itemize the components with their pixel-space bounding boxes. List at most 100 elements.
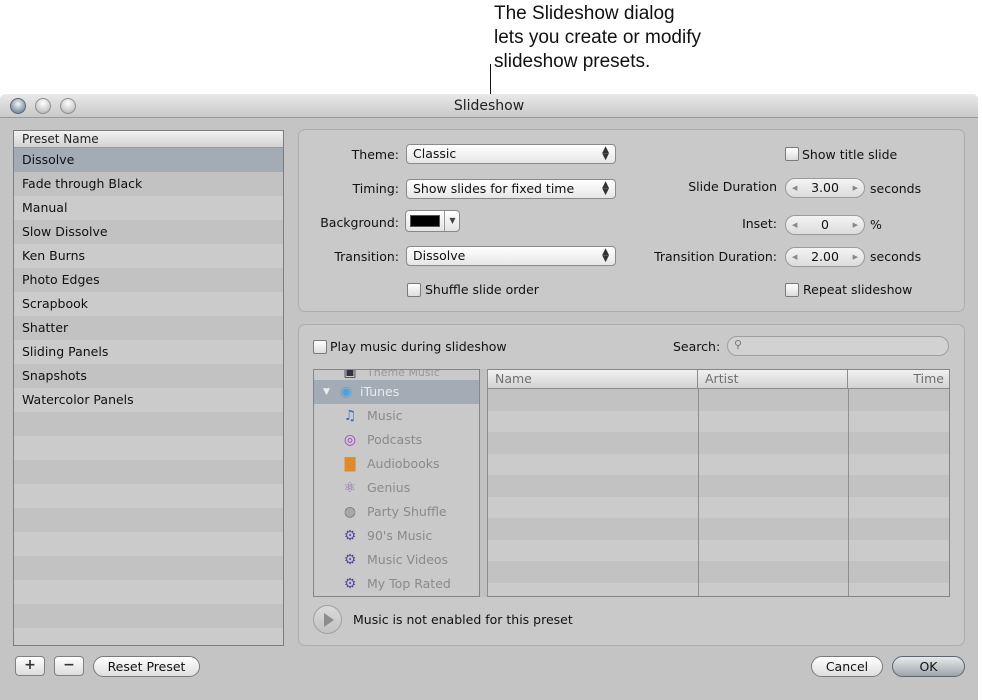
repeat-slideshow-checkbox[interactable] xyxy=(785,283,799,297)
cancel-button[interactable]: Cancel xyxy=(811,656,883,677)
timing-value: Show slides for fixed time xyxy=(413,181,575,196)
play-music-checkbox[interactable] xyxy=(313,340,327,354)
preset-item[interactable]: Manual xyxy=(14,196,283,220)
source-item[interactable]: ▇ Audiobooks xyxy=(314,452,479,476)
track-table-header: Name Artist Time xyxy=(488,370,949,389)
background-color-swatch[interactable] xyxy=(410,215,440,227)
source-item[interactable]: ▼ ◉ iTunes xyxy=(314,380,479,404)
preset-name-column-header[interactable]: Preset Name xyxy=(14,131,283,148)
slide-duration-unit: seconds xyxy=(870,181,922,196)
source-item[interactable]: ⚛ Genius xyxy=(314,476,479,500)
smart-playlist-icon: ⚙ xyxy=(343,552,357,568)
empty-track-row xyxy=(488,496,949,518)
name-column-header[interactable]: Name xyxy=(488,370,698,389)
inset-label: Inset: xyxy=(742,216,777,231)
play-music-label: Play music during slideshow xyxy=(330,339,507,354)
empty-preset-row xyxy=(14,580,283,604)
chevron-down-icon[interactable]: ▼ xyxy=(444,211,460,231)
transition-label: Transition: xyxy=(334,249,399,264)
track-table[interactable]: Name Artist Time xyxy=(488,369,950,597)
inset-stepper[interactable]: ◀ 0 ▶ xyxy=(785,215,865,235)
remove-preset-button[interactable]: − xyxy=(54,656,84,676)
increment-icon[interactable]: ▶ xyxy=(853,216,858,234)
search-icon: ⚲ xyxy=(734,338,743,351)
preset-item[interactable]: Photo Edges xyxy=(14,268,283,292)
empty-preset-row xyxy=(14,628,283,645)
shuffle-slide-order-checkbox[interactable] xyxy=(407,283,421,297)
inset-unit: % xyxy=(870,217,882,232)
show-title-slide-checkbox[interactable] xyxy=(785,147,799,161)
itunes-icon: ◉ xyxy=(339,384,353,400)
preset-item[interactable]: Watercolor Panels xyxy=(14,388,283,412)
empty-preset-row xyxy=(14,412,283,436)
music-group: Play music during slideshow Search: ⚲ ▣ T… xyxy=(298,324,965,646)
search-input[interactable] xyxy=(748,338,943,354)
source-item[interactable]: ▣ Theme Music xyxy=(314,370,479,380)
preset-item[interactable]: Shatter xyxy=(14,316,283,340)
preset-item[interactable]: Slow Dissolve xyxy=(14,220,283,244)
theme-value: Classic xyxy=(413,146,457,161)
audiobook-icon: ▇ xyxy=(344,456,356,472)
reset-preset-button[interactable]: Reset Preset xyxy=(93,656,200,677)
preset-item[interactable]: Dissolve xyxy=(14,148,283,172)
source-item[interactable]: ⚙ Music Videos xyxy=(314,548,479,572)
transition-duration-stepper[interactable]: ◀ 2.00 ▶ xyxy=(785,247,865,267)
preset-item[interactable]: Sliding Panels xyxy=(14,340,283,364)
decrement-icon[interactable]: ◀ xyxy=(792,216,797,234)
theme-popup[interactable]: Classic ▲ ▼ xyxy=(406,144,616,164)
empty-track-row xyxy=(488,539,949,561)
play-icon xyxy=(324,613,334,627)
decrement-icon[interactable]: ◀ xyxy=(792,248,797,266)
preset-list[interactable]: Preset Name Dissolve Fade through Black Ma… xyxy=(13,130,284,646)
source-item-label: Music Videos xyxy=(367,552,449,567)
disclosure-triangle-icon[interactable]: ▼ xyxy=(323,380,330,404)
column-divider xyxy=(698,389,699,596)
time-column-header[interactable]: Time xyxy=(848,370,949,389)
timing-popup[interactable]: Show slides for fixed time ▲ ▼ xyxy=(406,179,616,199)
source-item[interactable]: ◎ Podcasts xyxy=(314,428,479,452)
search-field[interactable]: ⚲ xyxy=(727,336,949,356)
preset-item[interactable]: Scrapbook xyxy=(14,292,283,316)
empty-preset-row xyxy=(14,556,283,580)
play-preview-button[interactable] xyxy=(313,605,342,634)
source-item[interactable]: ⚙ 90's Music xyxy=(314,524,479,548)
decrement-icon[interactable]: ◀ xyxy=(792,179,797,197)
column-divider xyxy=(848,389,849,596)
slideshow-dialog: Slideshow Preset Name Dissolve Fade throu… xyxy=(0,94,978,700)
transition-duration-label: Transition Duration: xyxy=(654,249,777,264)
inset-value[interactable]: 0 xyxy=(821,217,829,232)
increment-icon[interactable]: ▶ xyxy=(853,179,858,197)
empty-preset-row xyxy=(14,436,283,460)
empty-preset-row xyxy=(14,460,283,484)
increment-icon[interactable]: ▶ xyxy=(853,248,858,266)
transition-value: Dissolve xyxy=(413,248,466,263)
preset-item[interactable]: Fade through Black xyxy=(14,172,283,196)
preset-item[interactable]: Ken Burns xyxy=(14,244,283,268)
callout-line-2: lets you create or modify xyxy=(494,27,701,48)
source-list-splitter[interactable] xyxy=(480,369,488,597)
source-item[interactable]: ⚙ My Top Rated xyxy=(314,572,479,596)
source-item-label: Podcasts xyxy=(367,432,423,447)
window-title: Slideshow xyxy=(453,98,525,114)
background-color-well[interactable]: ▼ xyxy=(405,210,460,232)
slide-duration-stepper[interactable]: ◀ 3.00 ▶ xyxy=(785,178,865,198)
source-item[interactable]: ◍ Party Shuffle xyxy=(314,500,479,524)
preset-item[interactable]: Snapshots xyxy=(14,364,283,388)
transition-popup[interactable]: Dissolve ▲ ▼ xyxy=(406,246,616,266)
music-status-text: Music is not enabled for this preset xyxy=(353,612,573,627)
callout-leader-line xyxy=(490,64,491,94)
slide-duration-label: Slide Duration xyxy=(688,179,777,194)
timing-label: Timing: xyxy=(352,181,399,196)
title-bar[interactable]: Slideshow xyxy=(0,94,978,118)
music-source-list[interactable]: ▣ Theme Music ▼ ◉ iTunes ♫ Music ◎ Podcasts ▇ Audi… xyxy=(313,369,480,597)
add-preset-button[interactable]: + xyxy=(15,656,45,676)
shuffle-slide-order-label: Shuffle slide order xyxy=(425,282,539,297)
source-item[interactable]: ♫ Music xyxy=(314,404,479,428)
empty-track-row xyxy=(488,582,949,596)
empty-track-row xyxy=(488,389,949,411)
transition-duration-value[interactable]: 2.00 xyxy=(811,249,839,264)
artist-column-header[interactable]: Artist xyxy=(698,370,848,389)
empty-preset-row xyxy=(14,508,283,532)
slide-duration-value[interactable]: 3.00 xyxy=(811,180,839,195)
ok-button[interactable]: OK xyxy=(892,656,965,677)
